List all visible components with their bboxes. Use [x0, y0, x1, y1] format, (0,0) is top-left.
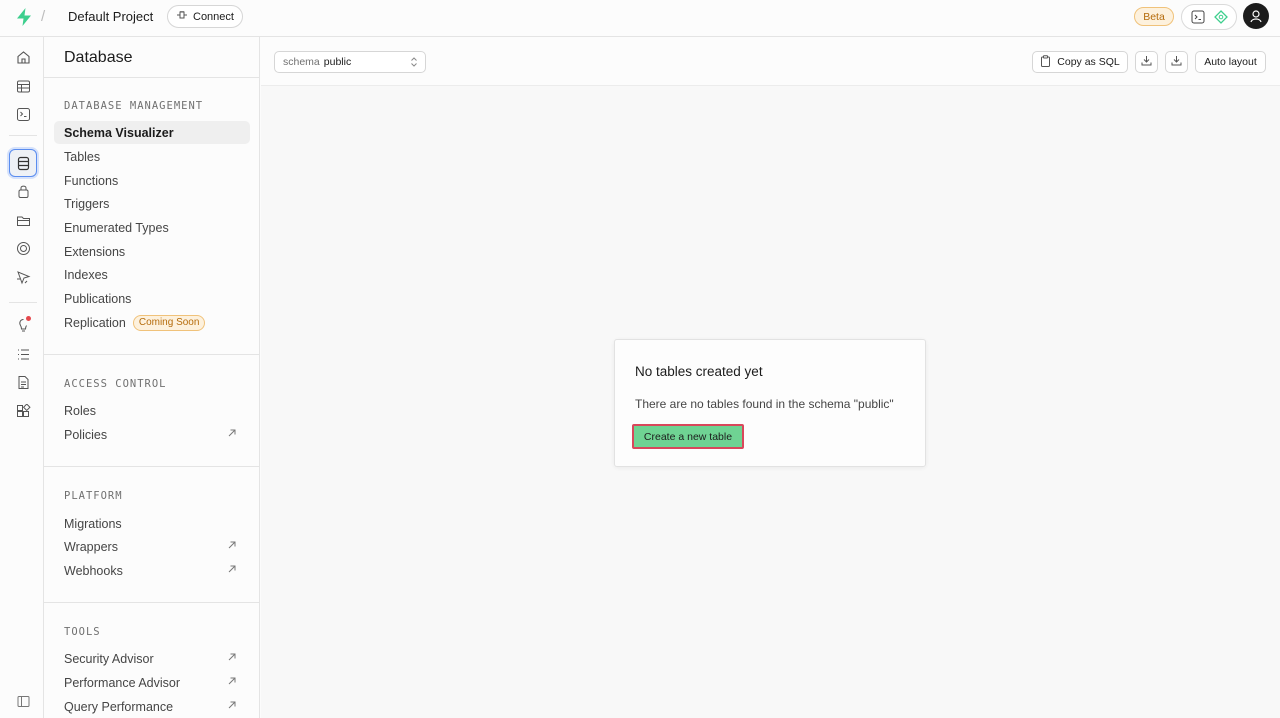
sidebar-item-label: Query Performance — [64, 699, 174, 714]
top-icon-group — [1181, 4, 1237, 30]
sidebar-item-query-performance[interactable]: Query Performance — [54, 695, 250, 718]
chevron-up-down-icon — [409, 56, 419, 68]
coming-soon-badge: Coming Soon — [132, 314, 206, 331]
sidebar-title: Database — [64, 49, 133, 66]
breadcrumb-separator: / — [41, 8, 46, 25]
sql-editor-icon[interactable] — [9, 100, 37, 128]
download-icon — [1171, 55, 1182, 69]
ai-assistant-icon[interactable] — [1211, 7, 1231, 27]
sidebar-item-tables[interactable]: Tables — [54, 145, 250, 168]
sidebar-item-label: Extensions — [64, 244, 126, 259]
external-link-icon — [226, 563, 238, 575]
integrations-icon[interactable] — [9, 397, 37, 425]
schema-select-label: schema — [283, 56, 320, 68]
sidebar-item-publications[interactable]: Publications — [54, 287, 250, 310]
section-title-tools: TOOLS — [64, 626, 101, 638]
sidebar-item-label: Tables — [64, 149, 101, 164]
sidebar-item-label: Wrappers — [64, 539, 118, 554]
sidebar-divider — [44, 77, 259, 78]
schema-canvas[interactable]: schema public Copy as SQL Auto layout No… — [261, 37, 1280, 718]
top-bar: / Default Project Connect Beta — [0, 0, 1280, 37]
icon-rail — [0, 37, 44, 718]
storage-icon[interactable] — [9, 206, 37, 234]
database-icon[interactable] — [9, 149, 37, 177]
download-image-button[interactable] — [1165, 51, 1188, 73]
database-sidebar: Database DATABASE MANAGEMENT Schema Visu… — [44, 37, 260, 718]
sidebar-item-label: Publications — [64, 291, 132, 306]
sidebar-item-security-advisor[interactable]: Security Advisor — [54, 647, 250, 670]
schema-toolbar: schema public Copy as SQL Auto layout — [261, 37, 1280, 86]
realtime-icon[interactable] — [9, 263, 37, 291]
advisors-icon[interactable] — [9, 311, 37, 339]
reports-icon[interactable] — [9, 368, 37, 396]
terminal-icon[interactable] — [1188, 7, 1208, 27]
sidebar-item-migrations[interactable]: Migrations — [54, 512, 250, 535]
external-link-icon — [226, 539, 238, 551]
sidebar-item-label: Roles — [64, 403, 96, 418]
sidebar-item-enumerated-types[interactable]: Enumerated Types — [54, 216, 250, 239]
connect-button[interactable]: Connect — [167, 5, 243, 28]
rail-divider — [9, 302, 37, 303]
sidebar-item-extensions[interactable]: Extensions — [54, 240, 250, 263]
auth-icon[interactable] — [9, 177, 37, 205]
sidebar-item-label: Replication — [64, 315, 126, 330]
auto-layout-label: Auto layout — [1204, 56, 1257, 68]
sidebar-divider — [44, 602, 259, 603]
download-icon — [1141, 55, 1152, 69]
sidebar-item-roles[interactable]: Roles — [54, 399, 250, 422]
beta-badge: Beta — [1134, 7, 1174, 26]
empty-state-card: No tables created yet There are no table… — [614, 339, 926, 467]
external-link-icon — [226, 675, 238, 687]
sidebar-item-label: Migrations — [64, 516, 122, 531]
sidebar-item-policies[interactable]: Policies — [54, 423, 250, 446]
sidebar-item-triggers[interactable]: Triggers — [54, 192, 250, 215]
sidebar-item-label: Enumerated Types — [64, 220, 169, 235]
sidebar-item-replication[interactable]: Replication Coming Soon — [54, 311, 250, 334]
rail-divider — [9, 135, 37, 136]
connect-label: Connect — [193, 10, 234, 23]
edge-functions-icon[interactable] — [9, 234, 37, 262]
sidebar-item-performance-advisor[interactable]: Performance Advisor — [54, 671, 250, 694]
sidebar-item-webhooks[interactable]: Webhooks — [54, 559, 250, 582]
plug-icon — [176, 10, 188, 23]
create-new-table-button[interactable]: Create a new table — [632, 424, 744, 449]
user-avatar[interactable] — [1243, 3, 1269, 29]
home-icon[interactable] — [9, 43, 37, 71]
sidebar-divider — [44, 466, 259, 467]
section-title-access-control: ACCESS CONTROL — [64, 378, 167, 390]
sidebar-item-label: Policies — [64, 427, 108, 442]
external-link-icon — [226, 699, 238, 711]
table-editor-icon[interactable] — [9, 72, 37, 100]
sidebar-item-schema-visualizer[interactable]: Schema Visualizer — [54, 121, 250, 144]
external-link-icon — [226, 427, 238, 439]
schema-select-value: public — [323, 56, 352, 68]
schema-select[interactable]: schema public — [274, 51, 426, 73]
project-name[interactable]: Default Project — [68, 9, 153, 24]
external-link-icon — [226, 651, 238, 663]
sidebar-item-label: Performance Advisor — [64, 675, 181, 690]
sidebar-item-functions[interactable]: Functions — [54, 169, 250, 192]
supabase-logo-icon[interactable] — [14, 7, 34, 27]
copy-as-sql-button[interactable]: Copy as SQL — [1032, 51, 1128, 73]
collapse-sidebar-icon[interactable] — [9, 687, 37, 715]
sidebar-item-label: Schema Visualizer — [64, 125, 174, 140]
section-title-database-management: DATABASE MANAGEMENT — [64, 100, 204, 112]
copy-as-sql-label: Copy as SQL — [1057, 56, 1120, 68]
sidebar-item-label: Triggers — [64, 196, 110, 211]
logs-icon[interactable] — [9, 340, 37, 368]
sidebar-item-label: Webhooks — [64, 563, 123, 578]
sidebar-item-label: Security Advisor — [64, 651, 154, 666]
auto-layout-button[interactable]: Auto layout — [1195, 51, 1266, 73]
sidebar-divider — [44, 354, 259, 355]
empty-state-title: No tables created yet — [635, 364, 763, 379]
section-title-platform: PLATFORM — [64, 490, 123, 502]
download-button[interactable] — [1135, 51, 1158, 73]
sidebar-item-label: Indexes — [64, 267, 108, 282]
sidebar-item-label: Functions — [64, 173, 119, 188]
clipboard-icon — [1040, 54, 1051, 70]
notification-dot — [26, 316, 31, 321]
sidebar-item-indexes[interactable]: Indexes — [54, 263, 250, 286]
empty-state-description: There are no tables found in the schema … — [635, 397, 894, 411]
sidebar-item-wrappers[interactable]: Wrappers — [54, 535, 250, 558]
